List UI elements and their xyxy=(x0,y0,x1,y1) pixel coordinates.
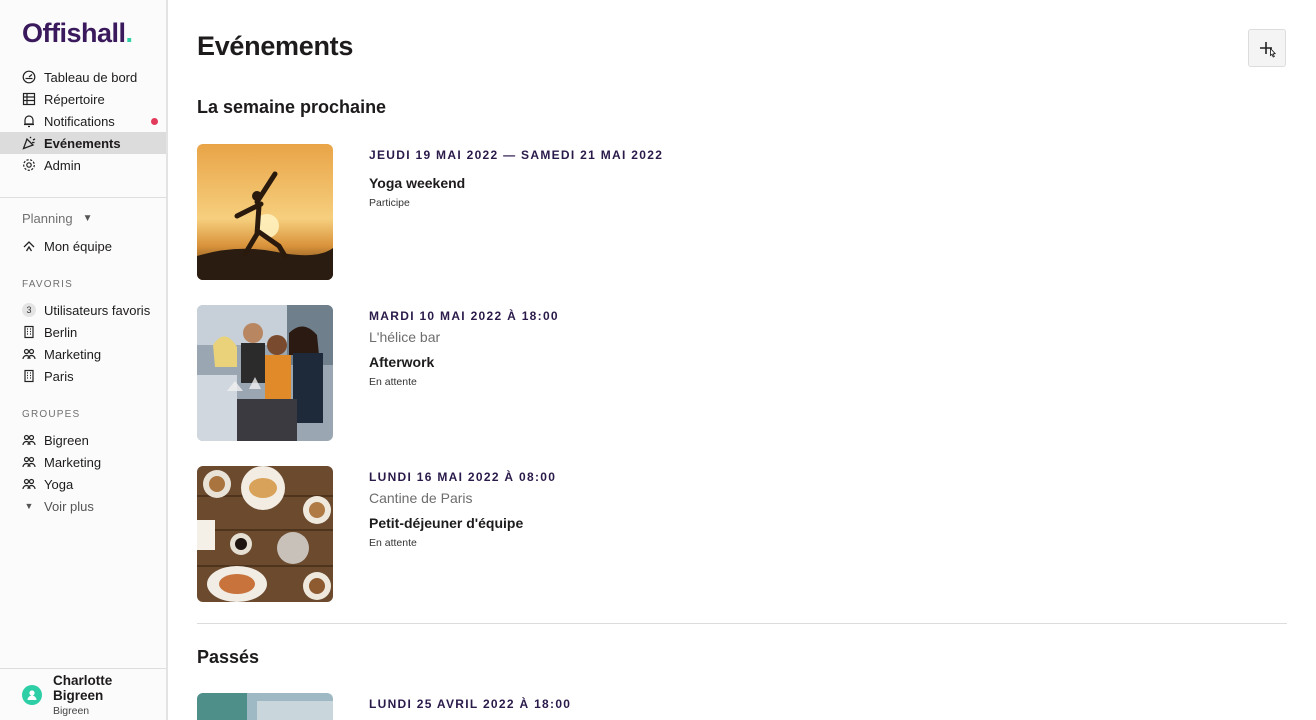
event-date: JEUDI 19 MAI 2022 — SAMEDI 21 MAI 2022 xyxy=(369,148,664,162)
nav-label: Tableau de bord xyxy=(44,69,138,85)
page-title: Evénements xyxy=(197,31,354,61)
nav-label: Utilisateurs favoris xyxy=(44,302,151,318)
add-event-button[interactable] xyxy=(1248,29,1286,67)
people-icon xyxy=(22,455,36,469)
people-icon xyxy=(22,477,36,491)
team-icon xyxy=(22,239,36,253)
event-date: LUNDI 16 MAI 2022 À 08:00 xyxy=(369,470,557,484)
dashboard-icon xyxy=(22,70,36,84)
sidebar-item-group-yoga[interactable]: Yoga xyxy=(0,473,166,495)
nav-label: Berlin xyxy=(44,324,78,340)
main-nav: Tableau de bord Répertoire Notifications… xyxy=(0,66,166,176)
caret-down-icon: ▼ xyxy=(24,501,34,511)
people-icon xyxy=(22,433,36,447)
nav-label: Evénements xyxy=(44,135,121,151)
groups-heading: GROUPES xyxy=(22,409,81,420)
event-date: LUNDI 25 AVRIL 2022 À 18:00 xyxy=(369,697,572,711)
directory-icon xyxy=(22,92,36,106)
notification-alert-dot xyxy=(151,118,158,125)
sidebar-item-paris[interactable]: Paris xyxy=(0,365,166,387)
caret-down-icon: ▼ xyxy=(82,213,93,224)
building-icon xyxy=(22,325,36,339)
event-image xyxy=(197,144,333,280)
nav-item-admin[interactable]: Admin xyxy=(0,154,166,176)
nav-label: Répertoire xyxy=(44,91,105,107)
nav-label: Admin xyxy=(44,157,81,173)
event-location: Cantine de Paris xyxy=(369,490,473,506)
nav-label: Notifications xyxy=(44,113,115,129)
event-title: Yoga weekend xyxy=(369,175,466,191)
planning-dropdown[interactable]: Planning ▼ xyxy=(22,211,93,226)
sidebar: Offishall. Tableau de bord Répertoire No… xyxy=(0,0,168,720)
app-logo[interactable]: Offishall. xyxy=(22,18,133,49)
nav-label: Paris xyxy=(44,368,74,384)
event-card[interactable]: JEUDI 19 MAI 2022 — SAMEDI 21 MAI 2022 Y… xyxy=(197,144,1287,280)
past-section-title: Passés xyxy=(197,647,260,667)
sidebar-item-berlin[interactable]: Berlin xyxy=(0,321,166,343)
nav-item-notifications[interactable]: Notifications xyxy=(0,110,166,132)
nav-label: Marketing xyxy=(44,346,102,362)
sidebar-item-group-marketing[interactable]: Marketing xyxy=(0,451,166,473)
section-divider xyxy=(197,623,1287,624)
event-image xyxy=(197,466,333,602)
plus-icon xyxy=(1260,42,1277,58)
user-organization: Bigreen xyxy=(52,704,90,717)
show-more-groups-button[interactable]: ▼ Voir plus xyxy=(0,495,166,517)
event-image xyxy=(197,305,333,441)
favorites-list: 3 Utilisateurs favoris Berlin Marketing … xyxy=(0,299,166,387)
gear-icon xyxy=(22,158,36,172)
nav-label: Bigreen xyxy=(44,432,89,448)
nav-item-dashboard[interactable]: Tableau de bord xyxy=(0,66,166,88)
nav-label: Marketing xyxy=(44,454,102,470)
nav-label: Yoga xyxy=(44,476,74,492)
event-title: Petit-déjeuner d'équipe xyxy=(369,515,524,531)
building-icon xyxy=(22,369,36,383)
sidebar-item-group-bigreen[interactable]: Bigreen xyxy=(0,429,166,451)
sidebar-item-my-team[interactable]: Mon équipe xyxy=(0,235,166,257)
event-card[interactable]: MARDI 10 MAI 2022 À 18:00 L'hélice bar A… xyxy=(197,305,1287,441)
event-date: MARDI 10 MAI 2022 À 18:00 xyxy=(369,309,559,323)
nav-label: Voir plus xyxy=(44,498,94,514)
nav-item-events[interactable]: Evénements xyxy=(0,132,166,154)
party-icon xyxy=(22,136,36,150)
nav-item-directory[interactable]: Répertoire xyxy=(0,88,166,110)
event-status: En attente xyxy=(369,537,417,549)
favorites-heading: FAVORIS xyxy=(22,279,74,290)
event-title: Afterwork xyxy=(369,354,435,370)
upcoming-section-title: La semaine prochaine xyxy=(197,97,387,117)
user-name: Charlotte Bigreen xyxy=(52,672,113,703)
count-badge: 3 xyxy=(22,303,36,317)
bell-icon xyxy=(22,114,36,128)
current-user[interactable]: Charlotte Bigreen Bigreen xyxy=(0,668,166,720)
event-card[interactable]: LUNDI 16 MAI 2022 À 08:00 Cantine de Par… xyxy=(197,466,1287,602)
team-list: Mon équipe xyxy=(0,235,166,257)
groups-list: Bigreen Marketing Yoga ▼ Voir plus xyxy=(0,429,166,517)
nav-label: Mon équipe xyxy=(44,238,112,254)
event-location: L'hélice bar xyxy=(369,329,441,345)
event-status: Participe xyxy=(369,197,410,209)
planning-label: Planning xyxy=(22,211,73,226)
event-image[interactable] xyxy=(197,693,333,720)
sidebar-divider xyxy=(0,197,166,198)
sidebar-item-marketing-favorite[interactable]: Marketing xyxy=(0,343,166,365)
sidebar-item-favorite-users[interactable]: 3 Utilisateurs favoris xyxy=(0,299,166,321)
event-status: En attente xyxy=(369,376,417,388)
avatar xyxy=(22,684,42,705)
people-icon xyxy=(22,347,36,361)
